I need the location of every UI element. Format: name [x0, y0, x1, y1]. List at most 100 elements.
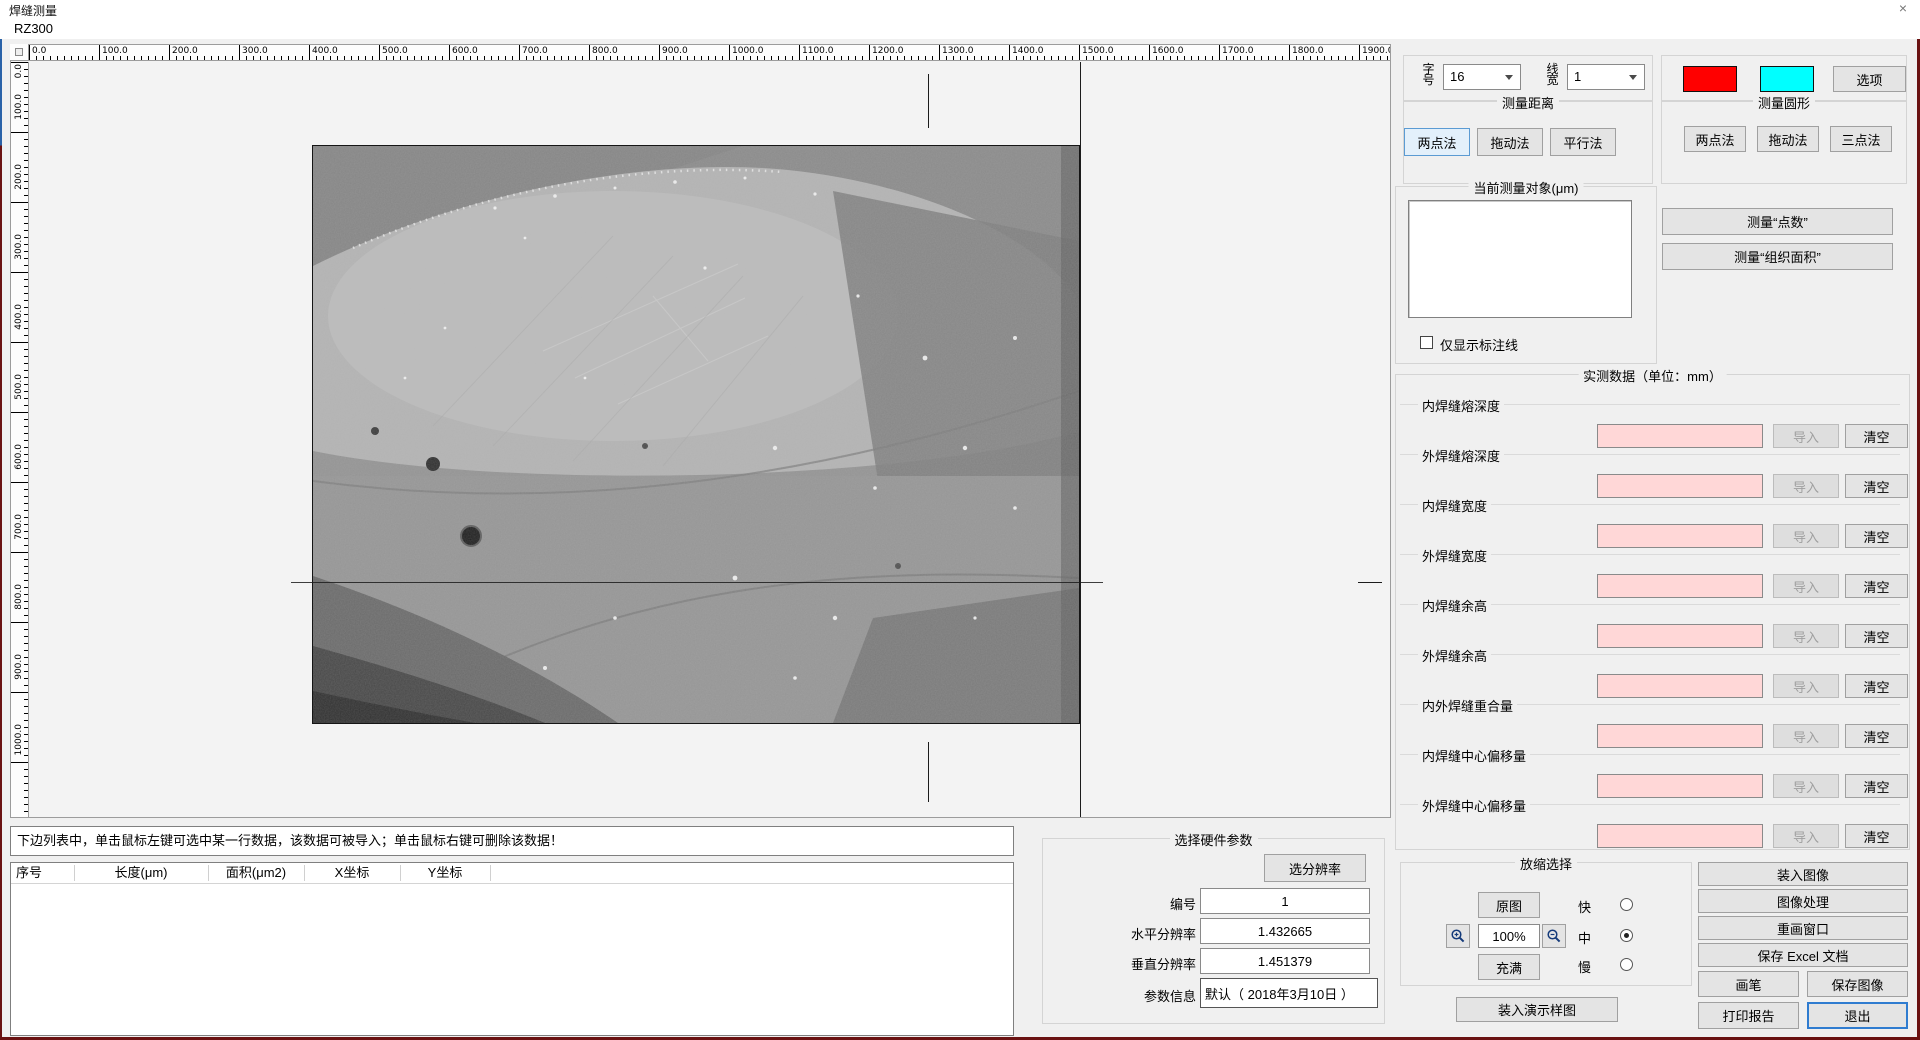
- measure-points-button[interactable]: 测量“点数”: [1662, 208, 1893, 235]
- circle-three-point-button[interactable]: 三点法: [1830, 126, 1892, 152]
- current-object-list[interactable]: [1408, 200, 1632, 318]
- ruler-label: 1000.0: [732, 46, 764, 56]
- clear-button[interactable]: 清空: [1845, 724, 1908, 748]
- field-hres[interactable]: 1.432665: [1200, 918, 1370, 944]
- ruler-minor-tick: [24, 601, 28, 602]
- pen-button[interactable]: 画笔: [1698, 971, 1799, 997]
- close-icon[interactable]: ×: [1894, 0, 1912, 16]
- original-size-button[interactable]: 原图: [1478, 892, 1540, 918]
- field-paraminfo[interactable]: 默认（ 2018年3月10日 ）: [1200, 978, 1378, 1008]
- zoom-percent-field[interactable]: 100%: [1478, 924, 1540, 948]
- ruler-minor-tick: [1100, 56, 1101, 60]
- redraw-window-button[interactable]: 重画窗口: [1698, 916, 1908, 940]
- ruler-minor-tick: [701, 56, 702, 60]
- measured-value-field[interactable]: [1597, 424, 1763, 448]
- zoom-in-button[interactable]: [1446, 924, 1470, 948]
- ruler-minor-tick: [1310, 56, 1311, 60]
- line-width-select[interactable]: 1: [1567, 64, 1645, 90]
- ruler-minor-tick: [24, 538, 28, 539]
- import-button[interactable]: 导入: [1773, 574, 1839, 598]
- clear-button[interactable]: 清空: [1845, 674, 1908, 698]
- ruler-minor-tick: [883, 56, 884, 60]
- ruler-minor-tick: [596, 56, 597, 60]
- process-image-button[interactable]: 图像处理: [1698, 889, 1908, 913]
- ruler-minor-tick: [1240, 56, 1241, 60]
- table-column-header[interactable]: 长度(μm): [74, 863, 208, 883]
- measure-area-button[interactable]: 测量“组织面积”: [1662, 243, 1893, 270]
- measured-value-field[interactable]: [1597, 574, 1763, 598]
- measurement-table[interactable]: 序号长度(μm)面积(μm2)X坐标Y坐标: [10, 862, 1014, 1036]
- measured-value-field[interactable]: [1597, 524, 1763, 548]
- field-id[interactable]: 1: [1200, 888, 1370, 914]
- measured-value-field[interactable]: [1597, 674, 1763, 698]
- line-color-swatch[interactable]: [1683, 66, 1737, 92]
- font-size-select[interactable]: 16: [1443, 64, 1521, 90]
- distance-parallel-button[interactable]: 平行法: [1550, 128, 1616, 156]
- options-button[interactable]: 选项: [1833, 66, 1906, 92]
- field-vres[interactable]: 1.451379: [1200, 948, 1370, 974]
- measured-value-field[interactable]: [1597, 824, 1763, 848]
- ruler-minor-tick: [24, 811, 28, 812]
- measured-row-divider: 外焊缝宽度: [1400, 554, 1900, 555]
- measured-value-field[interactable]: [1597, 774, 1763, 798]
- distance-two-point-button[interactable]: 两点法: [1404, 128, 1470, 156]
- menu-rz300[interactable]: RZ300: [10, 20, 57, 37]
- ruler-minor-tick: [358, 56, 359, 60]
- chevron-down-icon: [1505, 75, 1513, 80]
- import-button[interactable]: 导入: [1773, 774, 1839, 798]
- table-column-header[interactable]: X坐标: [304, 863, 400, 883]
- import-button[interactable]: 导入: [1773, 724, 1839, 748]
- measured-value-field[interactable]: [1597, 474, 1763, 498]
- circle-two-point-button[interactable]: 两点法: [1684, 126, 1746, 152]
- clear-button[interactable]: 清空: [1845, 424, 1908, 448]
- measured-value-field[interactable]: [1597, 724, 1763, 748]
- measured-row-label: 外焊缝中心偏移量: [1418, 796, 1530, 815]
- ruler-minor-tick: [897, 56, 898, 60]
- clear-button[interactable]: 清空: [1845, 774, 1908, 798]
- ruler-minor-tick: [540, 56, 541, 60]
- distance-drag-button[interactable]: 拖动法: [1477, 128, 1543, 156]
- print-report-button[interactable]: 打印报告: [1698, 1002, 1799, 1029]
- ruler-minor-tick: [603, 56, 604, 60]
- import-button[interactable]: 导入: [1773, 524, 1839, 548]
- save-image-button[interactable]: 保存图像: [1807, 971, 1908, 997]
- weld-specimen-image[interactable]: [312, 145, 1080, 724]
- ruler-minor-tick: [568, 56, 569, 60]
- zoom-out-button[interactable]: [1542, 924, 1566, 948]
- table-column-header[interactable]: 面积(μm2): [208, 863, 304, 883]
- speed-radio-fast[interactable]: [1620, 898, 1633, 911]
- ruler-minor-tick: [24, 223, 28, 224]
- ruler-minor-tick: [666, 56, 667, 60]
- ruler-minor-tick: [1226, 56, 1227, 60]
- table-column-header[interactable]: 序号: [11, 863, 74, 883]
- clear-button[interactable]: 清空: [1845, 574, 1908, 598]
- circle-color-swatch[interactable]: [1760, 66, 1814, 92]
- import-button[interactable]: 导入: [1773, 424, 1839, 448]
- measured-value-field[interactable]: [1597, 624, 1763, 648]
- ruler-minor-tick: [981, 56, 982, 60]
- clear-button[interactable]: 清空: [1845, 824, 1908, 848]
- load-demo-button[interactable]: 装入演示样图: [1456, 997, 1618, 1022]
- image-canvas[interactable]: [29, 62, 1390, 817]
- import-button[interactable]: 导入: [1773, 624, 1839, 648]
- import-button[interactable]: 导入: [1773, 474, 1839, 498]
- ruler-label: 200.0: [172, 46, 198, 56]
- speed-radio-medium[interactable]: [1620, 929, 1633, 942]
- fit-window-button[interactable]: 充满: [1478, 954, 1540, 980]
- clear-button[interactable]: 清空: [1845, 624, 1908, 648]
- ruler-minor-tick: [862, 56, 863, 60]
- import-button[interactable]: 导入: [1773, 824, 1839, 848]
- clear-button[interactable]: 清空: [1845, 474, 1908, 498]
- table-column-header[interactable]: Y坐标: [400, 863, 490, 883]
- import-button[interactable]: 导入: [1773, 674, 1839, 698]
- clear-button[interactable]: 清空: [1845, 524, 1908, 548]
- circle-drag-button[interactable]: 拖动法: [1757, 126, 1819, 152]
- load-image-button[interactable]: 装入图像: [1698, 862, 1908, 886]
- save-excel-button[interactable]: 保存 Excel 文档: [1698, 943, 1908, 967]
- ruler-minor-tick: [351, 56, 352, 60]
- select-resolution-button[interactable]: 选分辨率: [1264, 854, 1366, 882]
- ruler-minor-tick: [24, 216, 28, 217]
- show-annotation-checkbox[interactable]: [1420, 336, 1433, 349]
- exit-button[interactable]: 退出: [1807, 1002, 1908, 1029]
- speed-radio-slow[interactable]: [1620, 958, 1633, 971]
